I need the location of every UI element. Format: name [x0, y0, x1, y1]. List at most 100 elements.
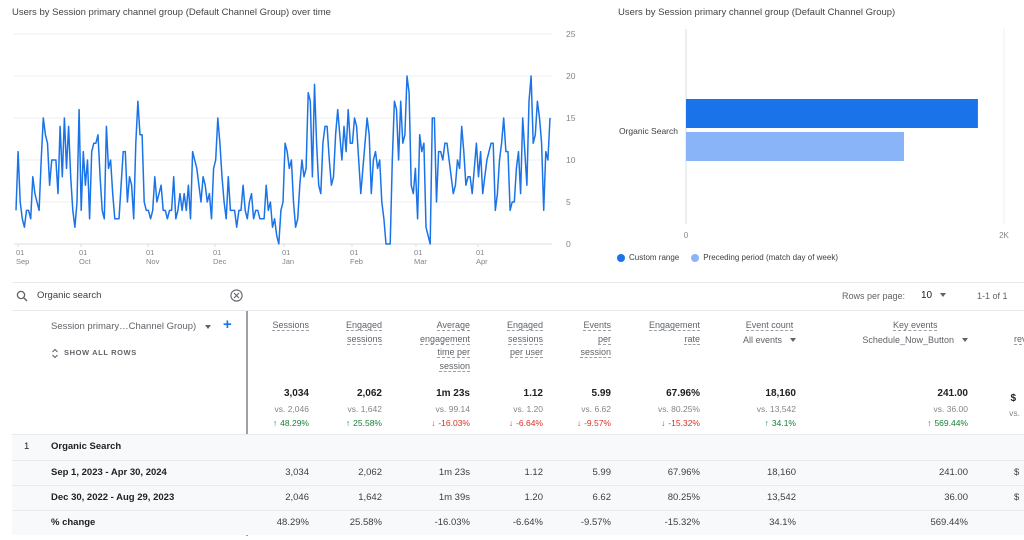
table-cell: 80.25% [667, 492, 700, 503]
total-change: ↑ 569.44% [927, 418, 968, 428]
arrow-down-icon: ↓ [508, 418, 514, 428]
search-input[interactable]: Organic search [37, 290, 101, 301]
table-cell: 1.12 [524, 467, 544, 478]
chevron-down-icon[interactable] [962, 338, 968, 343]
clear-search-icon[interactable] [230, 289, 243, 307]
total-value: $ [1010, 393, 1016, 404]
table-cell: 13,542 [766, 492, 796, 503]
dimension-header[interactable]: Session primary…Channel Group) [51, 321, 196, 332]
x-tick-month: Sep [16, 257, 29, 266]
add-dimension-icon[interactable]: + [223, 316, 232, 333]
search-icon [16, 289, 28, 307]
total-change: ↑ 25.58% [346, 418, 382, 428]
column-header-label: engagement [419, 333, 470, 345]
row-label: % change [51, 517, 96, 528]
group-row[interactable] [12, 434, 1024, 460]
rows-per-page-select[interactable]: 10 [921, 290, 932, 301]
arrow-up-icon: ↑ [345, 418, 351, 428]
line-chart: 252015105001Sep01Oct01Nov01Dec01Jan01Feb… [14, 29, 576, 266]
table-cell: $ [1014, 467, 1020, 478]
y-tick-label: 10 [566, 155, 576, 165]
table-cell: 2,046 [285, 492, 309, 503]
bar-custom-range[interactable] [686, 99, 978, 128]
total-value: 241.00 [937, 388, 968, 399]
table-cell: 1m 23s [438, 467, 470, 478]
legend-preceding-period-label[interactable]: Preceding period (match day of week) [703, 253, 838, 262]
x-tick-month: Nov [146, 257, 160, 266]
arrow-up-icon: ↑ [764, 418, 769, 428]
column-header[interactable]: Key events Schedule_Now_Button [862, 319, 968, 347]
total-change: ↓ -16.03% [431, 418, 470, 428]
column-header[interactable]: Sessions [272, 319, 309, 333]
legend-custom-range-label[interactable]: Custom range [629, 253, 679, 262]
y-tick-label: 15 [566, 113, 576, 123]
column-header-label: Event count [745, 320, 794, 331]
x-tick-day: 01 [213, 248, 221, 257]
x-tick-label: 0 [684, 231, 689, 240]
total-change-value: 34.1% [771, 418, 796, 428]
column-header-label: Engaged [345, 320, 382, 331]
column-header[interactable]: rev [1014, 333, 1024, 347]
x-tick-day: 01 [146, 248, 154, 257]
total-change: ↓ -15.32% [661, 418, 700, 428]
arrow-up-icon: ↑ [272, 418, 278, 428]
column-selector[interactable]: Schedule_Now_Button [862, 335, 954, 345]
bar-chart-legend: Custom range Preceding period (match day… [617, 253, 838, 262]
column-header[interactable]: Engagement rate [648, 319, 700, 346]
total-comparison: vs. 2,046 [274, 404, 310, 414]
column-header[interactable]: Engaged sessions per user [506, 319, 543, 360]
chevron-down-icon[interactable] [790, 338, 796, 343]
total-comparison: vs. 13,542 [756, 404, 796, 414]
table-cell: 36.00 [944, 492, 968, 503]
column-selector[interactable]: All events [743, 335, 782, 345]
y-tick-label: 20 [566, 71, 576, 81]
table-cell: 1,642 [358, 492, 382, 503]
total-value: 5.99 [591, 388, 611, 399]
total-value: 18,160 [765, 388, 796, 399]
total-value: 3,034 [283, 388, 309, 399]
total-change-value: -6.64% [516, 418, 543, 428]
column-header-label: Engagement [648, 320, 700, 331]
total-change-value: 569.44% [934, 418, 968, 428]
show-all-rows-button[interactable]: SHOW ALL ROWS [64, 348, 137, 357]
column-header-label: sessions [507, 333, 543, 345]
column-header-label: Events [583, 320, 611, 331]
x-tick-day: 01 [282, 248, 290, 257]
table-cell: 34.1% [769, 517, 796, 528]
bar-preceding-period[interactable] [686, 132, 904, 161]
x-tick-month: Dec [213, 257, 227, 266]
divider [12, 310, 1024, 311]
table-cell: 5.99 [592, 467, 612, 478]
table-cell: 569.44% [930, 517, 968, 528]
column-header[interactable]: Events per session [580, 319, 611, 360]
column-header[interactable]: Engaged sessions [345, 319, 382, 346]
column-header-label: rev [1014, 334, 1024, 345]
total-change-value: 48.29% [280, 418, 309, 428]
x-tick-month: Oct [79, 257, 92, 266]
group-row-label[interactable]: Organic Search [51, 441, 121, 452]
total-change: ↑ 48.29% [273, 418, 309, 428]
legend-preceding-period-swatch [691, 253, 700, 262]
total-value: 1.12 [523, 388, 543, 399]
x-tick-month: Jan [282, 257, 294, 266]
column-header-label: Engaged [506, 320, 543, 331]
total-comparison: vs. 1,642 [347, 404, 383, 414]
x-tick-month: Feb [350, 257, 363, 266]
total-value: 2,062 [356, 388, 382, 399]
x-tick-day: 01 [79, 248, 87, 257]
dimension-dropdown-icon[interactable] [205, 325, 211, 329]
column-header-label: per user [509, 347, 543, 358]
column-header-label: Key events [892, 320, 938, 331]
total-change: ↑ 34.1% [765, 418, 796, 428]
table-cell: 241.00 [938, 467, 968, 478]
column-header[interactable]: Event count All events [743, 319, 796, 347]
x-tick-month: Mar [414, 257, 427, 266]
total-comparison: vs. 36.00 [933, 404, 969, 414]
table-cell: 3,034 [285, 467, 309, 478]
total-comparison: vs. [1009, 408, 1020, 418]
rows-per-page-dropdown-icon[interactable] [940, 293, 946, 297]
group-row-index: 1 [24, 441, 30, 452]
column-header[interactable]: Average engagement time per session [419, 319, 470, 373]
table-cell: 1m 39s [438, 492, 470, 503]
table-cell: 1.20 [524, 492, 544, 503]
